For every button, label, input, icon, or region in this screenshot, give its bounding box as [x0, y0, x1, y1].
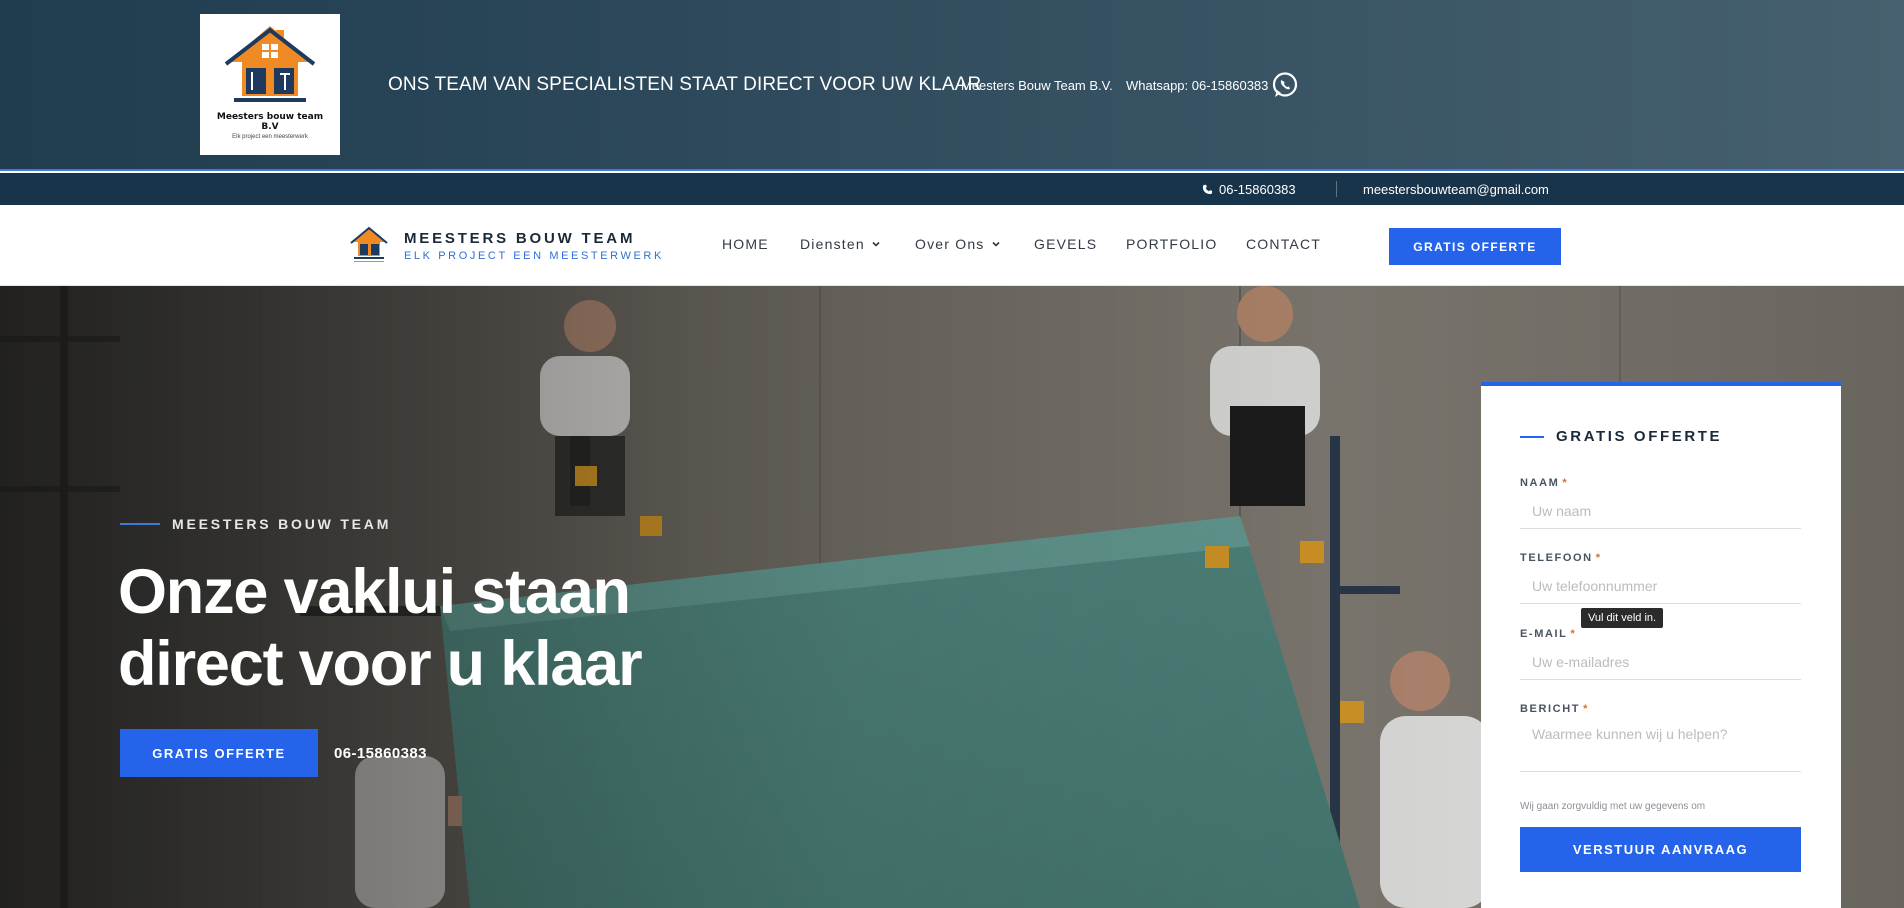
nav-item-label: PORTFOLIO — [1126, 236, 1218, 252]
hero-title: Onze vaklui staan direct voor u klaar — [118, 557, 643, 699]
nav-item-home[interactable]: HOME — [722, 236, 769, 252]
nav-item-label: Diensten — [800, 236, 865, 252]
banner-logo-name: Meesters bouw team B.V — [216, 112, 324, 132]
chevron-down-icon — [872, 241, 880, 247]
infobar-divider — [1336, 181, 1337, 197]
required-mark: * — [1562, 477, 1569, 489]
email-label: E-MAIL * — [1520, 628, 1576, 640]
nav-item-label: GEVELS — [1034, 236, 1098, 252]
message-label-text: BERICHT — [1520, 703, 1581, 715]
phone-label-text: TELEFOON — [1520, 552, 1593, 564]
infobar-email[interactable]: meestersbouwteam@gmail.com — [1363, 182, 1549, 197]
nav-item-over-ons[interactable]: Over Ons — [915, 236, 1001, 252]
banner-logo-sub: Elk project een meesterwerk — [232, 134, 308, 140]
banner-logo[interactable]: Meesters bouw team B.V Elk project een m… — [200, 14, 340, 155]
nav-brand[interactable]: MEESTERS BOUW TEAM — [404, 230, 635, 247]
message-textarea[interactable] — [1520, 720, 1801, 772]
hero-kicker-line — [120, 523, 160, 525]
email-label-text: E-MAIL — [1520, 628, 1568, 640]
nav-slogan: ELK PROJECT EEN MEESTERWERK — [404, 250, 664, 262]
hero-quote-button[interactable]: GRATIS OFFERTE — [120, 729, 318, 777]
submit-request-button[interactable]: VERSTUUR AANVRAAG — [1520, 827, 1801, 872]
nav-item-label: HOME — [722, 236, 769, 252]
email-input[interactable] — [1520, 644, 1801, 680]
banner-company: Meesters Bouw Team B.V. — [961, 78, 1113, 93]
banner-whatsapp-text[interactable]: Whatsapp: 06-15860383 — [1126, 78, 1268, 93]
privacy-note: Wij gaan zorgvuldig met uw gegevens om — [1520, 801, 1706, 812]
top-banner: Meesters bouw team B.V Elk project een m… — [0, 0, 1904, 171]
name-label: NAAM * — [1520, 477, 1568, 489]
name-input[interactable] — [1520, 493, 1801, 529]
required-mark: * — [1595, 552, 1602, 564]
main-navbar: MEESTERS BOUW TEAM ELK PROJECT EEN MEEST… — [0, 205, 1904, 286]
whatsapp-icon[interactable] — [1271, 71, 1299, 99]
phone-icon — [1202, 184, 1213, 195]
hero-section: MEESTERS BOUW TEAM Onze vaklui staan dir… — [0, 286, 1904, 908]
form-heading: GRATIS OFFERTE — [1520, 428, 1722, 445]
form-heading-text: GRATIS OFFERTE — [1556, 428, 1723, 445]
quote-form-card: GRATIS OFFERTE NAAM* TELEFOON* Vul dit v… — [1481, 382, 1841, 908]
chevron-down-icon — [991, 241, 1000, 247]
validation-tooltip: Vul dit veld in. — [1581, 608, 1664, 628]
hero-phone-link[interactable]: 06-15860383 — [334, 745, 427, 762]
banner-tagline: ONS TEAM VAN SPECIALISTEN STAAT DIRECT V… — [388, 74, 982, 95]
infobar-phone[interactable]: 06-15860383 — [1202, 182, 1296, 197]
hero-kicker-text: MEESTERS BOUW TEAM — [172, 516, 392, 532]
infobar-phone-text: 06-15860383 — [1219, 182, 1296, 197]
required-mark: * — [1570, 628, 1577, 640]
contact-info-bar: 06-15860383 meestersbouwteam@gmail.com — [0, 173, 1904, 205]
nav-item-diensten[interactable]: Diensten — [800, 236, 881, 252]
nav-item-portfolio[interactable]: PORTFOLIO — [1126, 236, 1217, 252]
hero-kicker: MEESTERS BOUW TEAM — [120, 516, 391, 532]
required-mark: * — [1583, 703, 1589, 715]
nav-item-contact[interactable]: CONTACT — [1246, 236, 1321, 252]
nav-item-label: CONTACT — [1246, 236, 1322, 252]
nav-item-label: Over Ons — [915, 236, 985, 252]
house-logo-icon — [224, 26, 316, 102]
phone-input[interactable] — [1520, 568, 1801, 604]
form-heading-line — [1520, 435, 1544, 438]
nav-quote-button[interactable]: GRATIS OFFERTE — [1389, 228, 1561, 265]
nav-logo-icon[interactable] — [348, 224, 390, 266]
message-label: BERICHT * — [1520, 703, 1589, 715]
phone-label: TELEFOON * — [1520, 552, 1602, 564]
name-label-text: NAAM — [1520, 477, 1560, 489]
nav-item-gevels[interactable]: GEVELS — [1034, 236, 1097, 252]
